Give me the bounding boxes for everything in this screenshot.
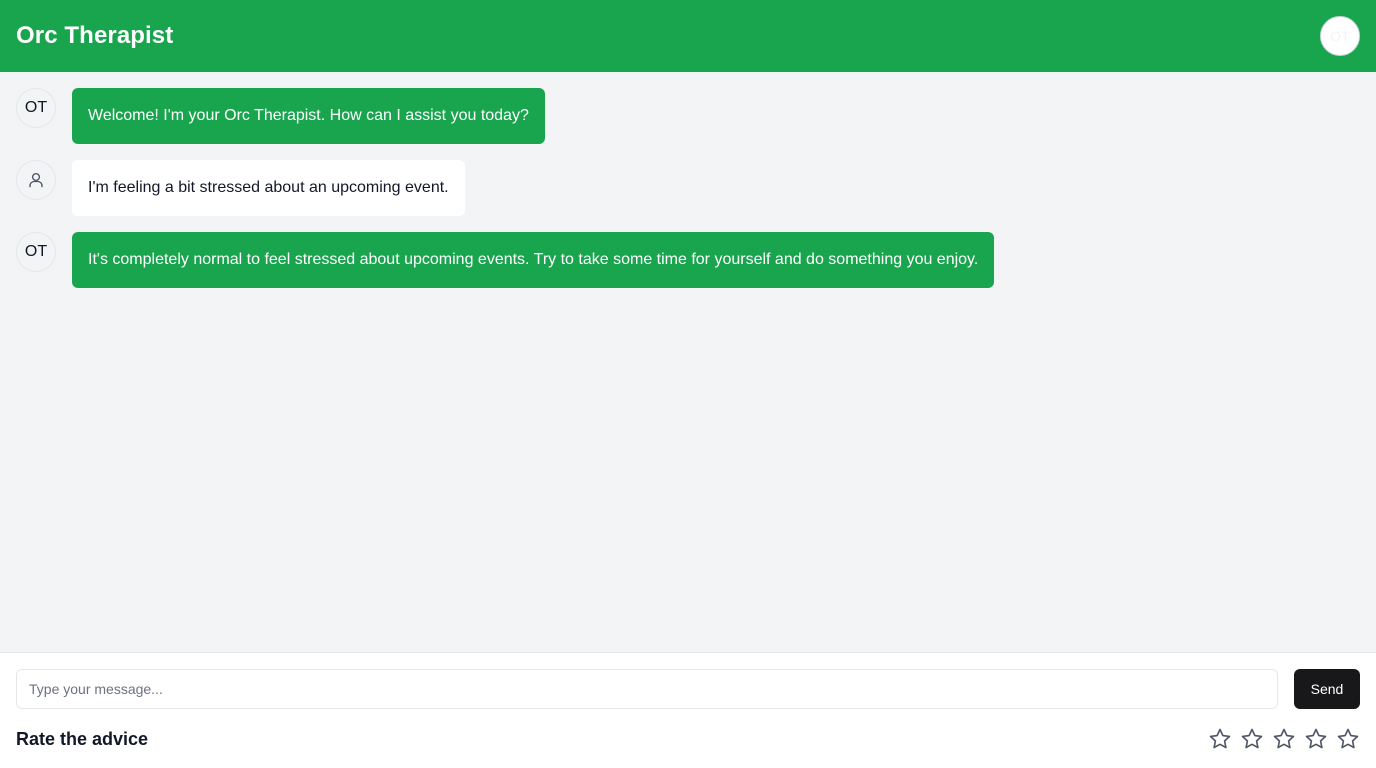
app-title: Orc Therapist (16, 22, 174, 49)
bot-avatar: OT (16, 88, 56, 128)
star-icon[interactable] (1208, 727, 1232, 751)
chat-messages: OT Welcome! I'm your Orc Therapist. How … (0, 72, 1376, 652)
app-header: Orc Therapist OT (0, 0, 1376, 72)
bot-avatar: OT (16, 232, 56, 272)
composer-footer: Send Rate the advice (0, 652, 1376, 768)
star-rating (1200, 727, 1360, 751)
star-icon[interactable] (1304, 727, 1328, 751)
composer-row: Send (16, 669, 1360, 709)
message-row-bot: OT It's completely normal to feel stress… (16, 232, 1360, 288)
rating-label: Rate the advice (16, 728, 149, 749)
user-message-bubble: I'm feeling a bit stressed about an upco… (72, 160, 465, 216)
send-button[interactable]: Send (1294, 669, 1360, 709)
bot-message-bubble: Welcome! I'm your Orc Therapist. How can… (72, 88, 545, 144)
star-icon[interactable] (1272, 727, 1296, 751)
star-icon[interactable] (1336, 727, 1360, 751)
message-row-user: I'm feeling a bit stressed about an upco… (16, 160, 1360, 216)
message-row-bot: OT Welcome! I'm your Orc Therapist. How … (16, 88, 1360, 144)
rating-row: Rate the advice (16, 727, 1360, 751)
user-avatar (16, 160, 56, 200)
header-avatar[interactable]: OT (1320, 16, 1360, 56)
message-input[interactable] (16, 669, 1278, 709)
star-icon[interactable] (1240, 727, 1264, 751)
user-icon (27, 171, 45, 189)
bot-message-bubble: It's completely normal to feel stressed … (72, 232, 995, 288)
